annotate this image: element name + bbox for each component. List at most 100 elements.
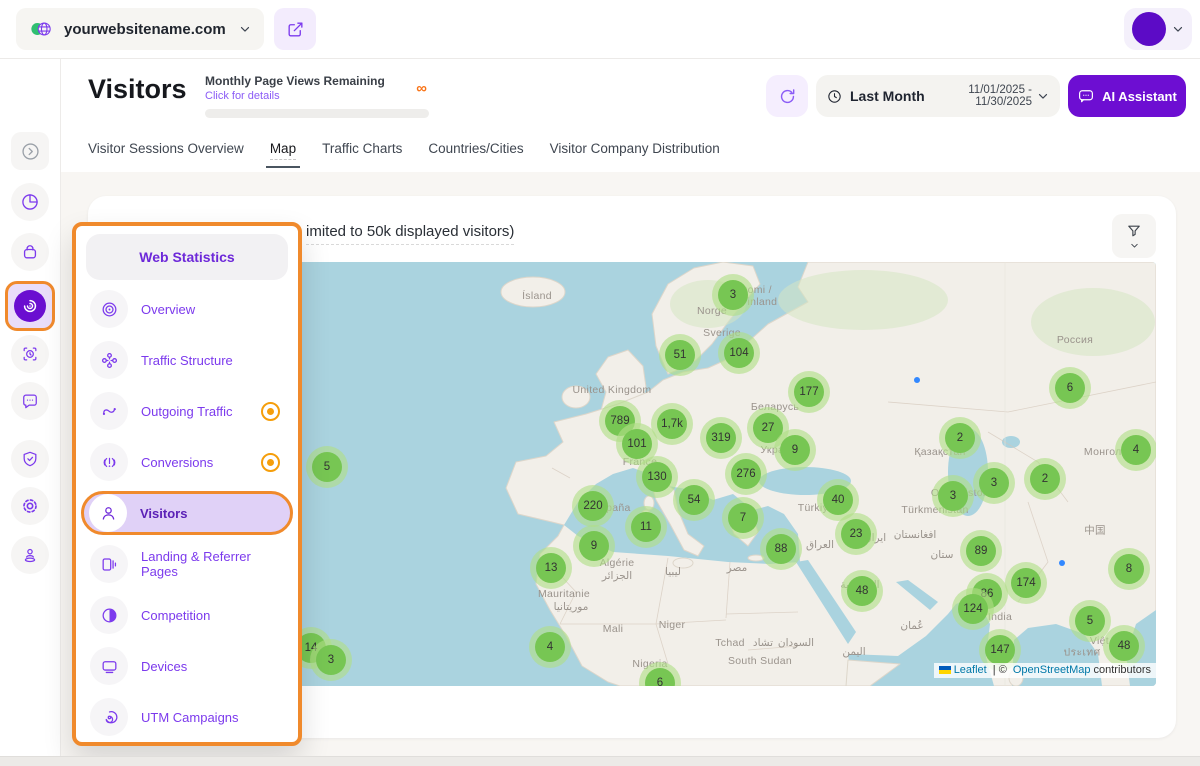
map-cluster-marker[interactable]: 9: [573, 525, 615, 567]
map-cluster-marker[interactable]: 11: [625, 506, 667, 548]
map-cluster-marker[interactable]: 276: [725, 453, 767, 495]
date-range-selector[interactable]: Last Month 11/01/2025 - 11/30/2025: [816, 75, 1060, 117]
web-statistics-radar-icon: [14, 290, 46, 322]
map-country-label: ประเทศ: [1064, 644, 1101, 661]
conversions-icon: [90, 443, 128, 481]
menu-item-label: Landing & Referrer Pages: [141, 549, 284, 579]
map-country-label: United Kingdom: [573, 384, 652, 396]
map-cluster-marker[interactable]: 3: [712, 274, 754, 316]
menu-item-visitors[interactable]: Visitors: [81, 491, 293, 535]
location-person-icon: [20, 545, 40, 565]
map-country-label: Niger: [659, 619, 686, 631]
sidebar-item-settings-gear[interactable]: [11, 487, 49, 525]
map-cluster-marker[interactable]: 2: [939, 417, 981, 459]
refresh-button[interactable]: [766, 75, 808, 117]
map-cluster-marker[interactable]: 88: [760, 528, 802, 570]
map-cluster-marker[interactable]: 3: [973, 462, 1015, 504]
quota-details-link[interactable]: Click for details: [205, 90, 429, 102]
map-cluster-marker[interactable]: 9: [774, 429, 816, 471]
map-cluster-marker[interactable]: 89: [960, 530, 1002, 572]
tab-label: Countries/Cities: [428, 141, 523, 156]
quota-infinity-value: ∞: [416, 80, 427, 97]
menu-item-landing-referrer-pages[interactable]: Landing & Referrer Pages: [82, 542, 292, 586]
shopping-bag-icon: [20, 242, 40, 262]
utm-campaigns-icon: [90, 698, 128, 736]
map-country-label: عُمان: [900, 620, 923, 632]
map-cluster-marker[interactable]: 220: [572, 485, 614, 527]
open-website-button[interactable]: [274, 8, 316, 50]
tab-traffic-charts[interactable]: Traffic Charts: [322, 141, 402, 168]
menu-item-utm-campaigns[interactable]: UTM Campaigns: [82, 695, 292, 739]
cluster-count: 177: [794, 377, 824, 407]
map-cluster-marker[interactable]: 48: [841, 570, 883, 612]
map-cluster-marker[interactable]: 130: [636, 456, 678, 498]
map-country-label: Tchad: [715, 637, 745, 649]
cluster-count: 1,7k: [657, 409, 687, 439]
map-cluster-marker[interactable]: 4: [1115, 429, 1156, 471]
website-selector[interactable]: yourwebsitename.com: [16, 8, 264, 50]
map-cluster-marker[interactable]: 7: [722, 497, 764, 539]
sidebar-item-collapse-arrow[interactable]: [11, 132, 49, 170]
tab-countries-cities[interactable]: Countries/Cities: [428, 141, 523, 168]
flyout-header: Web Statistics: [86, 234, 288, 280]
menu-item-conversions[interactable]: Conversions: [82, 440, 292, 484]
cluster-count: 51: [665, 340, 695, 370]
tab-visitor-sessions-overview[interactable]: Visitor Sessions Overview: [88, 141, 244, 168]
map-cluster-marker[interactable]: 13: [530, 547, 572, 589]
map-cluster-marker[interactable]: 51: [659, 334, 701, 376]
sidebar-item-pie-chart[interactable]: [11, 183, 49, 221]
external-link-icon: [286, 20, 305, 39]
map-cluster-marker[interactable]: 48: [1103, 625, 1145, 667]
sidebar-item-session-recording[interactable]: [11, 335, 49, 373]
map-filter-button[interactable]: [1112, 214, 1156, 258]
leaflet-link[interactable]: Leaflet: [954, 664, 987, 676]
collapse-arrow-icon: [20, 141, 41, 162]
map-cluster-marker[interactable]: 3: [932, 475, 974, 517]
openstreetmap-link[interactable]: OpenStreetMap: [1013, 664, 1091, 676]
landing-pages-icon: [90, 545, 128, 583]
menu-item-traffic-structure[interactable]: Traffic Structure: [82, 338, 292, 382]
map-cluster-marker[interactable]: 5: [306, 446, 348, 488]
map-country-label: اليمن: [842, 646, 865, 658]
map-country-label: Mali: [603, 623, 623, 635]
menu-item-overview[interactable]: Overview: [82, 287, 292, 331]
tab-map[interactable]: Map: [270, 141, 296, 168]
sidebar-item-location-person[interactable]: [11, 536, 49, 574]
menu-item-outgoing-traffic[interactable]: Outgoing Traffic: [82, 389, 292, 433]
cluster-count: 276: [731, 459, 761, 489]
chevron-down-icon: [238, 22, 252, 36]
map-cluster-marker[interactable]: 104: [718, 332, 760, 374]
map-cluster-marker[interactable]: 8: [1108, 548, 1150, 590]
sidebar-item-chat[interactable]: [11, 382, 49, 420]
map-cluster-marker[interactable]: 4: [529, 626, 571, 668]
map-attribution: Leaflet | © OpenStreetMap contributors: [934, 663, 1156, 678]
sidebar-item-shopping-bag[interactable]: [11, 233, 49, 271]
menu-item-competition[interactable]: Competition: [82, 593, 292, 637]
sidebar-item-shield-check[interactable]: [11, 440, 49, 478]
tab-visitor-company-distribution[interactable]: Visitor Company Distribution: [550, 141, 720, 168]
menu-item-devices[interactable]: Devices: [82, 644, 292, 688]
cluster-count: 9: [780, 435, 810, 465]
map-cluster-marker[interactable]: 23: [835, 513, 877, 555]
bottom-scrollbar-track[interactable]: [0, 756, 1200, 766]
user-menu[interactable]: [1124, 8, 1192, 50]
ukraine-flag-icon: [939, 666, 951, 674]
map-cluster-marker[interactable]: 54: [673, 479, 715, 521]
ai-assistant-button[interactable]: AI Assistant: [1068, 75, 1186, 117]
map-cluster-marker[interactable]: 6: [1049, 367, 1091, 409]
map-cluster-marker[interactable]: 3: [310, 639, 352, 681]
map-cluster-marker[interactable]: 2: [1024, 458, 1066, 500]
cluster-count: 11: [631, 512, 661, 542]
map-cluster-marker[interactable]: 124: [952, 588, 994, 630]
sidebar-item-web-statistics-radar[interactable]: [5, 281, 55, 331]
cluster-count: 6: [645, 668, 675, 686]
menu-item-label: UTM Campaigns: [141, 710, 284, 725]
map-cluster-marker[interactable]: 174: [1005, 562, 1047, 604]
map-point-marker: [1059, 560, 1065, 566]
map-cluster-marker[interactable]: 177: [788, 371, 830, 413]
cluster-count: 3: [979, 468, 1009, 498]
top-bar: yourwebsitename.com: [0, 0, 1200, 59]
map-cluster-marker[interactable]: 319: [700, 417, 742, 459]
cluster-count: 48: [1109, 631, 1139, 661]
tab-label: Visitor Company Distribution: [550, 141, 720, 156]
